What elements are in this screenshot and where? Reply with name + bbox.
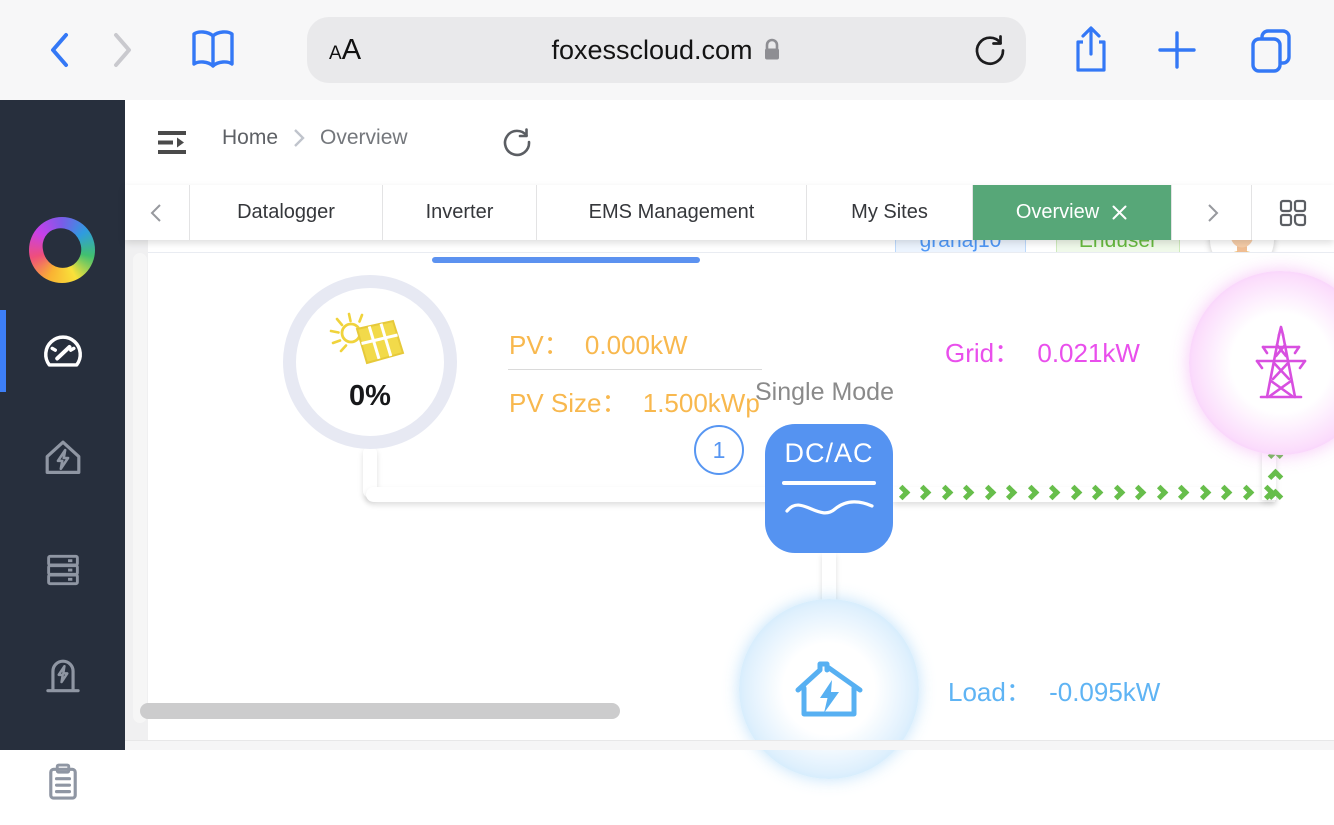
book-icon: [190, 28, 236, 72]
pv-stats-divider: [508, 369, 762, 370]
tab-label: EMS Management: [589, 201, 755, 224]
foxess-logo[interactable]: [29, 217, 95, 283]
chevron-left-icon: [146, 202, 168, 224]
sidebar-item-dashboard[interactable]: [0, 310, 125, 394]
share-icon: [1071, 24, 1111, 76]
inverter-to-load-track: [822, 552, 836, 604]
pv-percent: 0%: [349, 380, 391, 413]
sidebar-active-indicator: [0, 310, 6, 392]
sidebar-item-reports[interactable]: [0, 741, 125, 825]
sidebar-item-devices[interactable]: [0, 528, 125, 612]
tab-label: Overview: [1016, 201, 1099, 224]
tab-label: My Sites: [851, 201, 928, 224]
grid-label: Grid：: [945, 338, 1020, 368]
url-text: foxesscloud.com: [551, 35, 752, 66]
sidebar-collapse-button[interactable]: [153, 125, 193, 161]
reader-options-button[interactable]: AA: [329, 17, 361, 83]
sidebar-item-plant[interactable]: [0, 416, 125, 500]
power-tower-icon: [1243, 323, 1319, 403]
pv-power-value: 0.000kW: [585, 330, 688, 360]
dashboard-gauge-icon: [40, 329, 86, 375]
breadcrumb-current: Overview: [320, 126, 408, 150]
app-header: Home Overview grahaj10 Enduser: [125, 100, 1334, 185]
tab-ems-management[interactable]: EMS Management: [537, 185, 807, 240]
load-value: -0.095kW: [1049, 677, 1160, 707]
plus-icon: [1156, 29, 1198, 71]
reader-a-large: A: [342, 17, 361, 83]
reload-icon: [973, 33, 1007, 67]
pv-size-stat: PV Size： 1.500kWp: [509, 383, 760, 420]
clipboard-icon: [40, 760, 86, 806]
inverter-number: 1: [713, 437, 726, 464]
pv-power-stat: PV： 0.000kW: [509, 325, 688, 362]
share-button[interactable]: [1068, 22, 1114, 78]
chevron-left-icon: [44, 30, 76, 70]
charging-pile-icon: [40, 654, 86, 700]
grid-flow-arrows: [897, 482, 1273, 502]
new-tab-button[interactable]: [1154, 26, 1200, 74]
vertical-scrollbar-thumb[interactable]: [133, 253, 147, 723]
top-horizontal-scrollbar-thumb[interactable]: [432, 257, 700, 263]
breadcrumb: Home Overview: [222, 126, 408, 150]
tab-inverter[interactable]: Inverter: [383, 185, 537, 240]
lock-icon: [762, 37, 782, 63]
safari-toolbar: AA foxesscloud.com: [0, 0, 1334, 100]
tab-switcher-button[interactable]: [1246, 24, 1296, 76]
url-bar[interactable]: AA foxesscloud.com: [307, 17, 1026, 83]
grid-stat: Grid： 0.021kW: [945, 333, 1140, 370]
refresh-icon: [501, 126, 533, 158]
tabs-icon: [1248, 26, 1294, 74]
inverter-node[interactable]: DC/AC: [765, 424, 893, 553]
pv-size-label: PV Size：: [509, 388, 628, 418]
server-stack-icon: [40, 547, 86, 593]
bookmarks-button[interactable]: [188, 24, 238, 76]
bottom-horizontal-scrollbar-thumb[interactable]: [140, 703, 620, 719]
tab-overview-active[interactable]: Overview: [973, 185, 1172, 240]
solar-panel-sun-icon: [329, 312, 411, 378]
bottom-page-strip: [125, 740, 1334, 750]
browser-back-button[interactable]: [38, 28, 82, 72]
breadcrumb-separator-icon: [292, 127, 306, 149]
tab-label: Inverter: [426, 201, 494, 224]
tabs-scroll-left-button[interactable]: [125, 185, 190, 240]
inverter-label: DC/AC: [784, 438, 873, 469]
page-tabs-bar: Datalogger Inverter EMS Management My Si…: [125, 185, 1334, 240]
sidebar-item-charger[interactable]: [0, 635, 125, 719]
pv-size-value: 1.500kWp: [643, 388, 760, 418]
grid-menu-icon: [1276, 196, 1310, 230]
grid-value: 0.021kW: [1037, 338, 1140, 368]
tab-my-sites[interactable]: My Sites: [807, 185, 973, 240]
reader-a-small: A: [329, 21, 342, 87]
collapse-menu-icon: [155, 127, 191, 159]
url-display: foxesscloud.com: [307, 35, 1026, 66]
grid-flow-arrows-vertical: [1265, 450, 1285, 502]
sine-wave-icon: [781, 489, 877, 529]
app-sidebar: [0, 100, 125, 750]
load-stat: Load： -0.095kW: [948, 672, 1160, 709]
close-tab-icon[interactable]: [1111, 204, 1128, 221]
tabs-menu-button[interactable]: [1252, 185, 1333, 240]
load-label: Load：: [948, 677, 1032, 707]
breadcrumb-home[interactable]: Home: [222, 126, 278, 150]
tab-datalogger[interactable]: Datalogger: [190, 185, 383, 240]
tabs-scroll-right-button[interactable]: [1172, 185, 1252, 240]
inverter-divider: [782, 481, 876, 485]
tab-label: Datalogger: [237, 201, 335, 224]
inverter-mode-label: Single Mode: [755, 378, 894, 407]
browser-forward-button[interactable]: [100, 28, 144, 72]
load-node[interactable]: [739, 599, 919, 779]
browser-reload-button[interactable]: [970, 30, 1010, 70]
house-load-icon: [794, 656, 864, 722]
chevron-right-icon: [1201, 202, 1223, 224]
house-energy-icon: [40, 435, 86, 481]
page-refresh-button[interactable]: [497, 122, 537, 162]
chevron-right-icon: [106, 30, 138, 70]
pv-node[interactable]: 0%: [283, 275, 457, 449]
pv-power-label: PV：: [509, 330, 570, 360]
pv-to-inverter-track: [366, 487, 800, 502]
inverter-number-badge: 1: [694, 425, 744, 475]
